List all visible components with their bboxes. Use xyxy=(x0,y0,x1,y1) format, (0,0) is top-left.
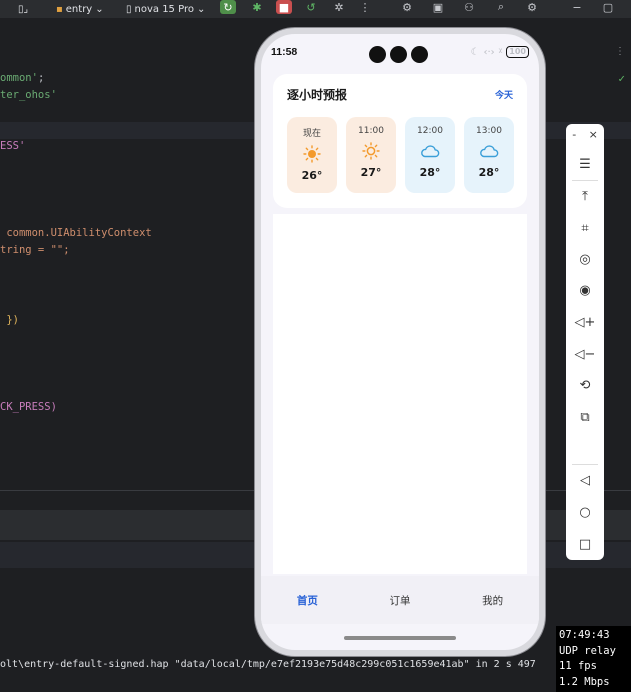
rotate-icon[interactable]: ◎ xyxy=(566,247,604,271)
account-icon[interactable]: ⚇ xyxy=(461,0,477,14)
record-icon[interactable]: ◉ xyxy=(566,278,604,302)
device-selector[interactable]: ▯ nova 15 Pro ⌄ xyxy=(126,0,205,18)
emulator-toolbar: - × ☰ ⤒ ⌗ ◎ ◉ ◁+ ◁− ⟲ ⧉ ◁ ○ □ xyxy=(566,124,604,560)
ide-toolbar: ▯⌟ ▪ entry ⌄ ▯ nova 15 Pro ⌄ ↻ ✱ ■ ↺ ✲ ⋮… xyxy=(0,0,631,18)
hour-item[interactable]: 11:00 27° xyxy=(346,117,396,193)
menu-icon[interactable]: ☰ xyxy=(566,152,604,176)
bottom-tab-bar: 首页 订单 我的 xyxy=(261,576,539,624)
rotate-device-icon[interactable]: ⟲ xyxy=(566,373,604,397)
code-line-6: }) xyxy=(0,314,19,326)
back-icon[interactable]: ◁ xyxy=(566,468,604,492)
phone-frame: 11:58 ☾ ‹·› ᵡ 100 逐小时预报 今天 现在 26° 11:00 … xyxy=(255,28,545,656)
chevron-down-icon: ⌄ xyxy=(95,3,104,15)
debug-icon[interactable]: ✱ xyxy=(249,0,265,14)
today-link[interactable]: 今天 xyxy=(495,88,513,101)
battery-icon: 100 xyxy=(506,46,529,58)
stats-time: 07:49:43 xyxy=(559,629,610,641)
hour-item[interactable]: 现在 26° xyxy=(287,117,337,193)
home-icon[interactable]: ○ xyxy=(566,500,604,524)
hour-label: 现在 xyxy=(302,129,321,139)
status-icons: ☾ ‹·› ᵡ 100 xyxy=(470,46,529,58)
hour-label: 13:00 xyxy=(476,126,502,136)
hour-temp: 26° xyxy=(301,169,323,182)
moon-icon: ☾ xyxy=(470,46,480,58)
status-time: 11:58 xyxy=(271,46,298,58)
code-line-4: common.UIAbilityContext xyxy=(0,227,152,239)
code-line-1: ommon'; xyxy=(0,72,45,84)
stats-mode: UDP relay xyxy=(559,644,616,657)
hour-temp: 28° xyxy=(478,166,500,179)
window-restore-icon[interactable]: ▢ xyxy=(600,0,616,14)
code-line-7: CK_PRESS) xyxy=(0,401,57,413)
bug-icon[interactable]: ✲ xyxy=(331,0,347,14)
hourly-forecast-card: 逐小时预报 今天 现在 26° 11:00 27° 12:00 28° 13:0… xyxy=(273,74,527,208)
hour-temp: 28° xyxy=(419,166,441,179)
device-icon: ▯ xyxy=(126,3,132,15)
settings-sync-icon[interactable]: ⚙ xyxy=(399,0,415,14)
window-minimize-icon[interactable]: − xyxy=(569,0,585,14)
cloud-icon xyxy=(478,141,500,161)
content-area xyxy=(273,214,527,574)
more-icon[interactable]: ⋮ xyxy=(357,0,373,14)
chevron-down-icon: ⌄ xyxy=(196,3,206,15)
attach-icon[interactable]: ↺ xyxy=(303,0,319,14)
gear-icon[interactable]: ⚙ xyxy=(524,0,540,14)
sun-icon xyxy=(301,144,323,164)
camera-island xyxy=(369,46,428,63)
phone-screen[interactable]: 11:58 ☾ ‹·› ᵡ 100 逐小时预报 今天 现在 26° 11:00 … xyxy=(261,34,539,650)
card-title: 逐小时预报 xyxy=(287,88,348,102)
run-icon[interactable]: ↻ xyxy=(220,0,236,14)
signal-icon: ‹·› xyxy=(483,46,495,58)
stats-fps: 11 fps xyxy=(559,660,597,672)
tab-home[interactable]: 首页 xyxy=(297,593,318,608)
divider xyxy=(572,180,598,181)
home-indicator[interactable] xyxy=(344,636,456,640)
multi-device-icon[interactable]: ⧉ xyxy=(566,405,604,429)
divider xyxy=(572,464,598,465)
console-output: olt\entry-default-signed.hap "data/local… xyxy=(0,659,536,670)
tab-orders[interactable]: 订单 xyxy=(389,593,410,608)
search-icon[interactable]: ⌕ xyxy=(493,0,509,14)
layout-icon[interactable]: ▯⌟ xyxy=(18,0,28,18)
close-button[interactable]: × xyxy=(589,128,598,141)
stats-overlay: 07:49:43 UDP relay 11 fps 1.2 Mbps xyxy=(556,626,631,692)
hour-item[interactable]: 13:00 28° xyxy=(464,117,514,193)
code-line-2: ter_ohos' xyxy=(0,89,57,101)
hour-temp: 27° xyxy=(360,166,382,179)
minimize-button[interactable]: - xyxy=(572,128,576,141)
stats-rate: 1.2 Mbps xyxy=(559,675,610,688)
recents-icon[interactable]: □ xyxy=(566,532,604,556)
hour-label: 11:00 xyxy=(358,126,384,136)
tab-mine[interactable]: 我的 xyxy=(482,593,503,608)
cloud-icon xyxy=(419,141,441,161)
check-icon: ✓ xyxy=(618,72,625,85)
more-icon[interactable]: ⋮ xyxy=(615,46,625,57)
sun-icon xyxy=(360,141,382,161)
module-label: entry xyxy=(65,3,93,15)
volume-up-icon[interactable]: ◁+ xyxy=(566,310,604,334)
device-manager-icon[interactable]: ▣ xyxy=(430,0,446,14)
hour-item[interactable]: 12:00 28° xyxy=(405,117,455,193)
crop-icon[interactable]: ⌗ xyxy=(566,216,604,240)
wifi-icon: ᵡ xyxy=(498,46,503,58)
device-label: nova 15 Pro xyxy=(134,3,194,15)
code-line-5: tring = ""; xyxy=(0,244,70,256)
hour-list: 现在 26° 11:00 27° 12:00 28° 13:00 28° xyxy=(287,117,514,193)
volume-down-icon[interactable]: ◁− xyxy=(566,342,604,366)
code-line-3: ESS' xyxy=(0,140,26,152)
module-selector[interactable]: ▪ entry ⌄ xyxy=(56,0,104,18)
stop-icon[interactable]: ■ xyxy=(276,0,292,14)
hour-label: 12:00 xyxy=(417,126,443,136)
module-icon: ▪ xyxy=(56,3,63,15)
pin-top-icon[interactable]: ⤒ xyxy=(566,184,604,208)
